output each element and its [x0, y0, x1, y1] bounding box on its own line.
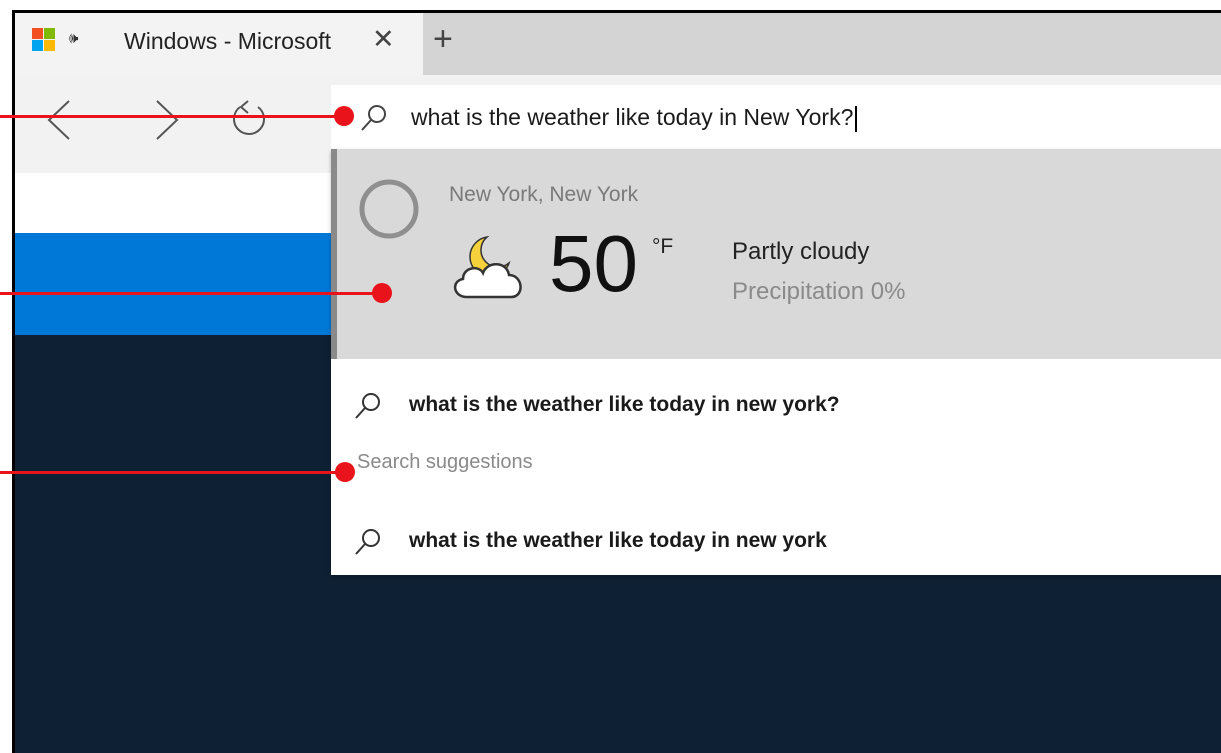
weather-card[interactable]: New York, New York 50 °F Partly cloudy P…	[331, 149, 1221, 359]
callout-line-address	[0, 115, 344, 118]
search-icon	[355, 529, 380, 555]
refresh-icon[interactable]	[228, 95, 270, 145]
new-tab-button[interactable]: +	[433, 19, 453, 59]
page-content-background	[15, 335, 345, 753]
text-cursor	[855, 105, 858, 132]
temperature-unit: °F	[652, 235, 674, 258]
microsoft-logo-icon	[32, 28, 55, 51]
tab-title: Windows - Microsoft	[124, 28, 332, 54]
search-dropdown: New York, New York 50 °F Partly cloudy P…	[331, 149, 1221, 575]
callout-line-weather	[0, 292, 383, 295]
suggestion-row[interactable]: what is the weather like today in new yo…	[331, 512, 1221, 572]
suggestion-text: what is the weather like today in new yo…	[409, 529, 827, 552]
close-tab-icon[interactable]: ✕	[372, 23, 395, 55]
address-input[interactable]: what is the weather like today in New Yo…	[411, 99, 858, 135]
temperature-value: 50	[549, 219, 638, 308]
speaker-icon[interactable]: 🕪	[69, 29, 78, 49]
weather-location: New York, New York	[449, 183, 639, 206]
back-arrow-icon[interactable]	[41, 95, 77, 145]
callout-line-suggestions	[0, 471, 346, 474]
address-bar[interactable]: what is the weather like today in New Yo…	[331, 85, 1221, 150]
search-suggestions-heading: Search suggestions	[357, 451, 533, 473]
page-header-area	[15, 173, 345, 233]
callout-dot-suggestions	[335, 462, 355, 482]
search-icon	[355, 393, 380, 419]
callout-dot-weather	[372, 283, 392, 303]
address-value: what is the weather like today in New Yo…	[411, 104, 854, 130]
precipitation-text: Precipitation 0%	[732, 278, 906, 305]
page-banner	[15, 233, 345, 335]
tab-windows-microsoft[interactable]: 🕪 Windows - Microsoft ✕	[15, 13, 423, 75]
callout-dot-address	[334, 106, 354, 126]
search-icon	[361, 105, 386, 131]
top-suggestion-row[interactable]: what is the weather like today in new yo…	[331, 376, 1221, 436]
partly-cloudy-night-icon	[454, 235, 522, 299]
weather-condition: Partly cloudy	[732, 238, 870, 265]
tab-bar: 🕪 Windows - Microsoft ✕ +	[15, 13, 1221, 75]
loading-ring-icon	[359, 179, 419, 239]
suggestion-text: what is the weather like today in new yo…	[409, 393, 840, 416]
forward-arrow-icon[interactable]	[149, 95, 185, 145]
browser-window: 🕪 Windows - Microsoft ✕ + what is the we…	[12, 10, 1221, 753]
